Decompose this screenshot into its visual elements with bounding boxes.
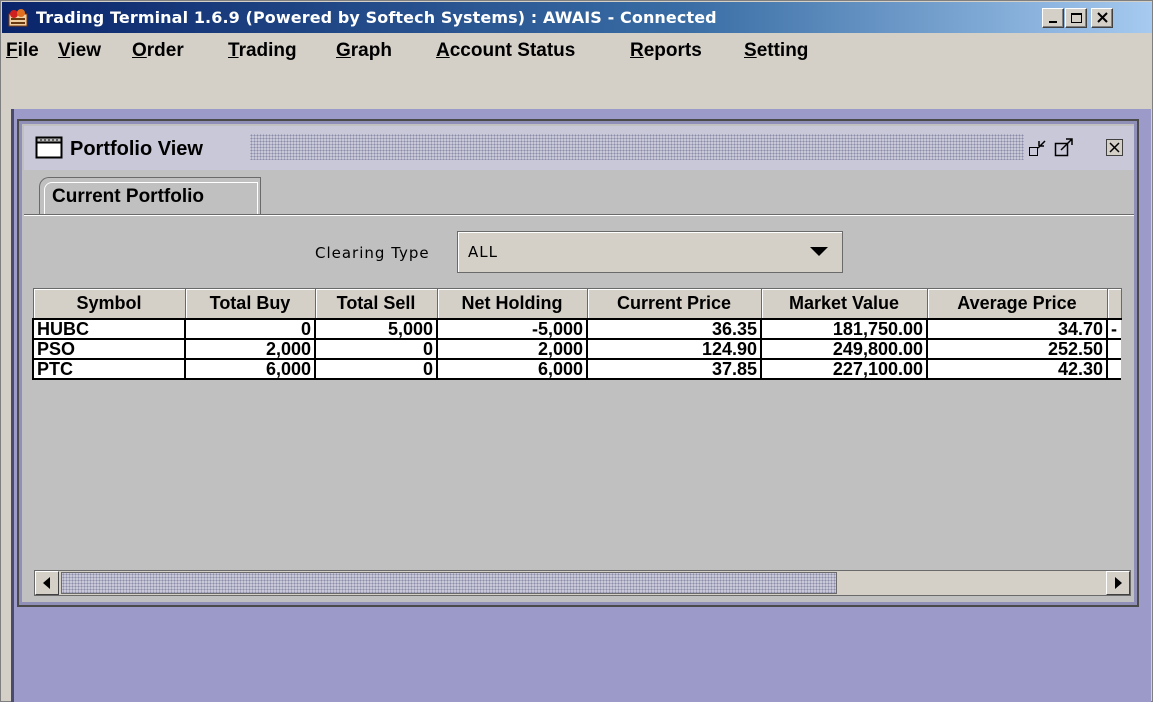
minimize-button[interactable] bbox=[1042, 8, 1064, 28]
cell-total-buy: 0 bbox=[184, 317, 316, 340]
close-icon bbox=[1106, 139, 1123, 156]
toolbar-area bbox=[13, 67, 1151, 117]
arrow-left-icon bbox=[43, 577, 50, 589]
menu-file[interactable]: File bbox=[6, 40, 39, 62]
restore-icon bbox=[1029, 140, 1046, 156]
cell-overflow bbox=[1106, 337, 1121, 360]
col-header-net-holding[interactable]: Net Holding bbox=[436, 288, 588, 319]
cell-symbol: PTC bbox=[32, 357, 186, 380]
cell-net-holding: 6,000 bbox=[436, 357, 588, 380]
frame-restore-button[interactable] bbox=[1027, 137, 1049, 159]
portfolio-view-frame: Portfolio View Current Portfolio Clearin… bbox=[17, 119, 1139, 607]
frame-title-bar[interactable]: Portfolio View bbox=[24, 126, 1134, 170]
cell-net-holding: 2,000 bbox=[436, 337, 588, 360]
col-header-market-value[interactable]: Market Value bbox=[760, 288, 928, 319]
close-icon bbox=[1097, 12, 1108, 23]
cell-total-buy: 2,000 bbox=[184, 337, 316, 360]
portfolio-table: Symbol Total Buy Total Sell Net Holding … bbox=[32, 288, 1128, 565]
clearing-type-label: Clearing Type bbox=[315, 244, 430, 262]
menu-view[interactable]: View bbox=[58, 40, 101, 62]
frame-maximize-button[interactable] bbox=[1053, 137, 1075, 159]
menu-order[interactable]: Order bbox=[132, 40, 184, 62]
minimize-icon bbox=[1049, 21, 1057, 23]
cell-total-sell: 0 bbox=[314, 357, 438, 380]
menu-trading[interactable]: Trading bbox=[228, 40, 297, 62]
cell-total-sell: 0 bbox=[314, 337, 438, 360]
cell-current-price: 124.90 bbox=[586, 337, 762, 360]
cell-current-price: 37.85 bbox=[586, 357, 762, 380]
tab-label: Current Portfolio bbox=[52, 186, 204, 207]
col-header-total-buy[interactable]: Total Buy bbox=[184, 288, 316, 319]
cell-market-value: 181,750.00 bbox=[760, 317, 928, 340]
maximize-icon bbox=[1054, 138, 1073, 157]
frame-title: Portfolio View bbox=[70, 138, 203, 160]
cell-average-price: 252.50 bbox=[926, 337, 1108, 360]
arrow-right-icon bbox=[1115, 577, 1122, 589]
title-bar[interactable]: Trading Terminal 1.6.9 (Powered by Softe… bbox=[2, 2, 1152, 33]
col-header-total-sell[interactable]: Total Sell bbox=[314, 288, 438, 319]
clearing-type-value: ALL bbox=[468, 243, 498, 261]
maximize-button[interactable] bbox=[1065, 8, 1087, 28]
table-row[interactable]: PSO 2,000 0 2,000 124.90 249,800.00 252.… bbox=[32, 337, 1121, 360]
scroll-right-button[interactable] bbox=[1106, 571, 1130, 595]
table-row[interactable]: HUBC 0 5,000 -5,000 36.35 181,750.00 34.… bbox=[32, 317, 1121, 340]
table-row[interactable]: PTC 6,000 0 6,000 37.85 227,100.00 42.30 bbox=[32, 357, 1121, 380]
col-header-average-price[interactable]: Average Price bbox=[926, 288, 1108, 319]
cell-total-buy: 6,000 bbox=[184, 357, 316, 380]
cell-net-holding: -5,000 bbox=[436, 317, 588, 340]
cell-overflow bbox=[1106, 357, 1121, 380]
scrollbar-thumb[interactable] bbox=[61, 572, 837, 594]
tab-current-portfolio[interactable]: Current Portfolio bbox=[39, 177, 261, 215]
cell-average-price: 34.70 bbox=[926, 317, 1108, 340]
cell-symbol: HUBC bbox=[32, 317, 186, 340]
cell-symbol: PSO bbox=[32, 337, 186, 360]
window-title: Trading Terminal 1.6.9 (Powered by Softe… bbox=[36, 8, 717, 27]
chevron-down-icon bbox=[810, 247, 828, 256]
cell-overflow: - bbox=[1106, 317, 1121, 340]
clearing-type-dropdown[interactable]: ALL bbox=[457, 231, 843, 273]
title-drag-pattern bbox=[250, 134, 1024, 160]
cell-current-price: 36.35 bbox=[586, 317, 762, 340]
cell-average-price: 42.30 bbox=[926, 357, 1108, 380]
main-window: Trading Terminal 1.6.9 (Powered by Softe… bbox=[0, 0, 1153, 702]
cell-total-sell: 5,000 bbox=[314, 317, 438, 340]
frame-window-icon bbox=[35, 135, 63, 159]
scroll-left-button[interactable] bbox=[35, 571, 59, 595]
col-header-current-price[interactable]: Current Price bbox=[586, 288, 762, 319]
cell-market-value: 249,800.00 bbox=[760, 337, 928, 360]
menu-setting[interactable]: Setting bbox=[744, 40, 808, 62]
menu-graph[interactable]: Graph bbox=[336, 40, 392, 62]
frame-close-button[interactable] bbox=[1104, 137, 1126, 159]
close-button[interactable] bbox=[1091, 8, 1113, 28]
menu-bar: File View Order Trading Graph Account St… bbox=[2, 33, 1152, 67]
col-header-overflow bbox=[1106, 288, 1122, 319]
tab-divider bbox=[24, 214, 1134, 216]
maximize-icon bbox=[1071, 13, 1082, 23]
col-header-symbol[interactable]: Symbol bbox=[32, 288, 186, 319]
horizontal-scrollbar[interactable] bbox=[34, 570, 1131, 596]
menu-reports[interactable]: Reports bbox=[630, 40, 702, 62]
menu-account-status[interactable]: Account Status bbox=[436, 40, 575, 62]
app-icon bbox=[8, 8, 28, 28]
cell-market-value: 227,100.00 bbox=[760, 357, 928, 380]
